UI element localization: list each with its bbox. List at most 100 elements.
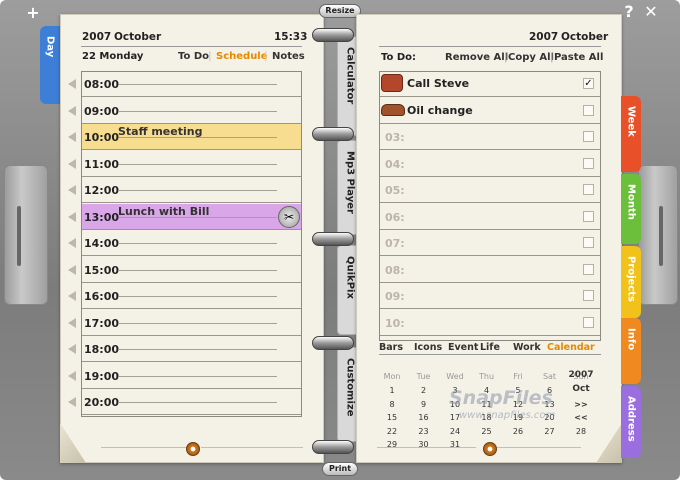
close-button[interactable]: ✕ bbox=[642, 3, 660, 21]
todo-row[interactable]: 06: bbox=[379, 204, 601, 230]
hour-row[interactable]: 14:00 bbox=[68, 230, 302, 256]
todo-row[interactable]: Call Steve ✓ bbox=[379, 71, 601, 97]
page-curl bbox=[596, 423, 622, 463]
tab-bars[interactable]: Bars bbox=[379, 342, 403, 353]
todo-row[interactable]: 03: bbox=[379, 124, 601, 150]
todo-checkbox[interactable] bbox=[583, 316, 594, 328]
weekday-label: Mon bbox=[383, 372, 401, 381]
calendar-day[interactable]: 30 bbox=[411, 438, 437, 451]
calendar-day[interactable]: 22 bbox=[379, 425, 405, 438]
todo-number: 08: bbox=[385, 263, 405, 277]
tab-info[interactable]: Info bbox=[621, 318, 641, 384]
add-button[interactable]: + bbox=[24, 4, 42, 22]
todo-text[interactable]: Oil change bbox=[407, 104, 473, 117]
calendar-day[interactable]: 25 bbox=[474, 425, 500, 438]
paste-all-button[interactable]: Paste All bbox=[554, 52, 603, 63]
calendar-year: 2007 bbox=[568, 370, 594, 380]
calendar-day[interactable]: 2 bbox=[411, 384, 437, 397]
todo-checkbox[interactable] bbox=[583, 157, 594, 169]
tab-life[interactable]: Life bbox=[480, 342, 500, 353]
tab-day[interactable]: Day bbox=[40, 26, 60, 104]
tab-calendar[interactable]: Calendar bbox=[547, 342, 595, 353]
print-button[interactable]: Print bbox=[322, 462, 358, 476]
todo-row[interactable]: 04: bbox=[379, 151, 601, 177]
hour-row[interactable]: 19:00 bbox=[68, 363, 302, 389]
calendar-day[interactable]: 16 bbox=[411, 411, 437, 424]
hour-label: 20:00 bbox=[84, 396, 120, 409]
tab-work[interactable]: Work bbox=[513, 342, 541, 353]
copy-all-button[interactable]: Copy All bbox=[508, 52, 554, 63]
event-text[interactable]: Lunch with Bill bbox=[118, 205, 209, 218]
binder-ring bbox=[312, 127, 354, 141]
todo-text[interactable]: Call Steve bbox=[407, 77, 469, 90]
todo-checkbox[interactable] bbox=[583, 210, 594, 222]
page-knob[interactable] bbox=[186, 442, 200, 456]
tab-todo[interactable]: To Do bbox=[178, 51, 209, 62]
hour-row[interactable]: 13:00 Lunch with Bill ✂ bbox=[68, 203, 302, 230]
todo-label: To Do: bbox=[381, 52, 417, 63]
todo-row[interactable]: 05: bbox=[379, 177, 601, 203]
watermark: SnapFiles bbox=[449, 387, 553, 409]
side-tab-label: Week bbox=[625, 106, 637, 137]
tab-week[interactable]: Week bbox=[621, 96, 641, 172]
todo-checkbox[interactable] bbox=[583, 237, 594, 248]
hour-row[interactable]: 18:00 bbox=[68, 336, 302, 362]
page-knob[interactable] bbox=[483, 442, 497, 456]
event-text[interactable]: Staff meeting bbox=[118, 125, 202, 138]
todo-number: 06: bbox=[385, 210, 405, 224]
tab-projects[interactable]: Projects bbox=[621, 246, 641, 318]
hour-row[interactable]: 11:00 bbox=[68, 151, 302, 177]
calendar-day[interactable]: 28 bbox=[568, 425, 594, 438]
resize-button[interactable]: Resize bbox=[319, 4, 361, 18]
calendar-day[interactable]: 27 bbox=[537, 425, 563, 438]
todo-row[interactable]: Oil change bbox=[379, 98, 601, 124]
hour-label: 10:00 bbox=[84, 131, 120, 144]
tab-notes[interactable]: Notes bbox=[272, 51, 305, 62]
todo-row[interactable]: 10: bbox=[379, 310, 601, 336]
row-line bbox=[119, 84, 277, 85]
calendar-day[interactable]: 1 bbox=[379, 384, 405, 397]
calendar-day[interactable]: 29 bbox=[379, 438, 405, 451]
todo-page: 2007 October To Do: Remove All | Copy Al… bbox=[356, 14, 622, 463]
fork-knife-icon: ✂ bbox=[278, 205, 300, 228]
hour-bullet-icon bbox=[68, 344, 76, 354]
calendar-day[interactable]: 15 bbox=[379, 411, 405, 424]
tab-month[interactable]: Month bbox=[621, 174, 641, 244]
remove-all-button[interactable]: Remove All bbox=[445, 52, 508, 63]
todo-checkbox[interactable] bbox=[583, 104, 594, 116]
todo-checkbox[interactable] bbox=[583, 184, 594, 195]
calendar-month: Oct bbox=[572, 384, 590, 394]
hour-row[interactable]: 12:00 bbox=[68, 177, 302, 203]
tab-event[interactable]: Event bbox=[448, 342, 478, 353]
calendar-day[interactable]: 8 bbox=[379, 398, 405, 411]
hour-row[interactable]: 20:00 bbox=[68, 389, 302, 415]
next-month-button[interactable]: >> bbox=[568, 398, 594, 411]
todo-row[interactable]: 07: bbox=[379, 230, 601, 256]
hour-row[interactable]: 15:00 bbox=[68, 257, 302, 283]
hour-row[interactable]: 10:00 Staff meeting bbox=[68, 124, 302, 150]
day-label: 22 Monday bbox=[82, 51, 144, 62]
calendar-day[interactable]: 26 bbox=[505, 425, 531, 438]
todo-checkbox[interactable] bbox=[583, 290, 594, 301]
todo-row[interactable]: 08: bbox=[379, 257, 601, 283]
right-year: 2007 bbox=[529, 31, 559, 43]
schedule-page: 2007 October 15:33 22 Monday To Do | Sch… bbox=[60, 14, 324, 463]
hour-row[interactable]: 08:00 bbox=[68, 71, 302, 97]
todo-checkbox[interactable]: ✓ bbox=[583, 78, 594, 89]
tab-address[interactable]: Address bbox=[621, 386, 641, 458]
calendar-day[interactable]: 31 bbox=[442, 438, 468, 451]
tab-schedule[interactable]: Schedule bbox=[216, 51, 268, 62]
hour-row[interactable]: 16:00 bbox=[68, 283, 302, 309]
calendar-day[interactable]: 9 bbox=[411, 398, 437, 411]
todo-checkbox[interactable] bbox=[583, 131, 594, 142]
todo-checkbox[interactable] bbox=[583, 263, 594, 275]
hour-label: 17:00 bbox=[84, 316, 120, 330]
calendar-day[interactable]: 24 bbox=[442, 425, 468, 438]
prev-month-button[interactable]: << bbox=[568, 411, 594, 424]
calendar-day[interactable]: 23 bbox=[411, 425, 437, 438]
hour-row[interactable]: 17:00 bbox=[68, 310, 302, 336]
todo-row[interactable]: 09: bbox=[379, 283, 601, 309]
tab-icons[interactable]: Icons bbox=[414, 342, 442, 353]
hour-row[interactable]: 09:00 bbox=[68, 98, 302, 124]
help-button[interactable]: ? bbox=[620, 3, 638, 21]
